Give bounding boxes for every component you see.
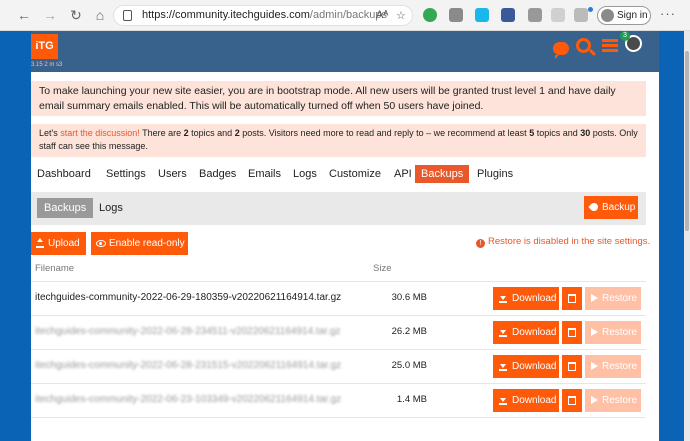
backup-filename: itechguides-community-2022-06-23-103349-… — [35, 394, 342, 405]
upload-icon — [36, 238, 44, 248]
download-button[interactable]: Download — [493, 355, 559, 378]
split-screen-icon[interactable] — [528, 8, 542, 22]
back-icon[interactable]: ← — [16, 7, 32, 23]
subnav-logs[interactable]: Logs — [99, 198, 123, 218]
browser-toolbar: ← → ↻ ⌂ https://community.itechguides.co… — [0, 0, 690, 31]
backup-button[interactable]: Backup — [584, 196, 638, 219]
download-icon — [499, 328, 507, 337]
site-logo[interactable]: iTG — [31, 34, 58, 59]
chat-icon[interactable] — [553, 42, 569, 59]
perf-readout: 3.15 2 m s3 — [31, 62, 63, 68]
upload-button[interactable]: Upload — [31, 232, 86, 255]
address-bar[interactable]: https://community.itechguides.com/admin/… — [113, 5, 413, 26]
download-icon — [499, 396, 507, 405]
discussion-alert: Let's start the discussion! There are 2 … — [31, 124, 646, 157]
home-icon[interactable]: ⌂ — [92, 7, 108, 23]
restore-disabled-notice: ! Restore is disabled in the site setting… — [476, 236, 650, 248]
tab-dashboard[interactable]: Dashboard — [37, 165, 91, 183]
tab-backups[interactable]: Backups — [415, 165, 470, 183]
trash-icon — [568, 396, 576, 405]
tab-logs[interactable]: Logs — [293, 165, 317, 183]
favorite-star-icon[interactable]: ☆ — [396, 9, 406, 22]
tab-users[interactable]: Users — [158, 165, 187, 183]
tab-emails[interactable]: Emails — [248, 165, 281, 183]
delete-button[interactable] — [562, 389, 582, 412]
browser-left-margin — [0, 31, 31, 441]
extension-icon[interactable] — [449, 8, 463, 22]
url-text: https://community.itechguides.com/admin/… — [142, 9, 387, 21]
warning-icon: ! — [476, 239, 485, 248]
download-button[interactable]: Download — [493, 321, 559, 344]
notification-badge: 3 — [620, 31, 630, 41]
table-row: itechguides-community-2022-06-23-103349-… — [31, 384, 646, 418]
search-icon[interactable] — [576, 38, 591, 53]
scrollbar-thumb[interactable] — [685, 51, 689, 231]
table-row: itechguides-community-2022-06-28-231515-… — [31, 350, 646, 384]
vimeo-extension-icon[interactable] — [475, 8, 489, 22]
backup-size: 26.2 MB — [391, 326, 427, 337]
tab-api[interactable]: API — [394, 165, 412, 183]
play-icon — [591, 362, 598, 370]
profile-avatar-icon — [601, 9, 614, 22]
browser-menu-icon[interactable]: ··· — [660, 6, 676, 21]
collections-icon[interactable] — [574, 8, 588, 22]
play-icon — [591, 396, 598, 404]
backup-filename: itechguides-community-2022-06-28-234511-… — [35, 326, 341, 337]
start-discussion-link[interactable]: start the discussion! — [60, 128, 140, 138]
refresh-icon[interactable]: ↻ — [68, 7, 84, 23]
play-icon — [591, 294, 598, 302]
lock-icon — [123, 10, 132, 21]
tab-customize[interactable]: Customize — [329, 165, 381, 183]
delete-button[interactable] — [562, 287, 582, 310]
read-aloud-icon[interactable]: Aᴬ — [376, 9, 388, 21]
table-row: itechguides-community-2022-06-29-180359-… — [31, 282, 646, 316]
backup-size: 1.4 MB — [396, 394, 427, 405]
rocket-icon — [588, 201, 600, 213]
trash-icon — [568, 362, 576, 371]
trash-icon — [568, 294, 576, 303]
delete-button[interactable] — [562, 355, 582, 378]
restore-button[interactable]: Restore — [585, 287, 641, 310]
subnav-backups[interactable]: Backups — [37, 198, 94, 218]
tab-settings[interactable]: Settings — [106, 165, 146, 183]
enable-readonly-button[interactable]: Enable read-only — [91, 232, 188, 255]
download-icon — [499, 362, 507, 371]
download-icon — [499, 294, 507, 303]
backup-filename: itechguides-community-2022-06-28-231515-… — [35, 360, 342, 371]
col-size: Size — [373, 263, 392, 274]
page-scrollbar[interactable] — [684, 31, 690, 441]
backup-filename: itechguides-community-2022-06-29-180359-… — [35, 292, 342, 303]
backup-size: 30.6 MB — [391, 292, 427, 303]
tab-badges[interactable]: Badges — [199, 165, 236, 183]
restore-button[interactable]: Restore — [585, 355, 641, 378]
trash-icon — [568, 328, 576, 337]
delete-button[interactable] — [562, 321, 582, 344]
site-header: iTG 3.15 2 m s3 3 — [31, 31, 659, 72]
restore-button[interactable]: Restore — [585, 389, 641, 412]
admin-page: iTG 3.15 2 m s3 3 To make launching your… — [31, 31, 659, 441]
table-row: itechguides-community-2022-06-28-234511-… — [31, 316, 646, 350]
sign-in-button[interactable]: Sign in — [597, 6, 651, 25]
backup-size: 25.0 MB — [391, 360, 427, 371]
forward-icon[interactable]: → — [42, 7, 58, 23]
play-icon — [591, 328, 598, 336]
extension-icon-2[interactable] — [501, 8, 515, 22]
eye-icon — [96, 240, 106, 247]
restore-button[interactable]: Restore — [585, 321, 641, 344]
col-filename: Filename — [35, 263, 75, 274]
profile-dot-icon — [588, 7, 593, 12]
tab-plugins[interactable]: Plugins — [477, 165, 513, 183]
download-button[interactable]: Download — [493, 389, 559, 412]
download-button[interactable]: Download — [493, 287, 559, 310]
hamburger-menu-icon[interactable] — [602, 39, 618, 52]
backups-subnav: Backups Logs Backup — [31, 192, 646, 225]
grammarly-extension-icon[interactable] — [423, 8, 437, 22]
favorites-icon[interactable] — [551, 8, 565, 22]
bootstrap-alert: To make launching your new site easier, … — [31, 81, 646, 116]
